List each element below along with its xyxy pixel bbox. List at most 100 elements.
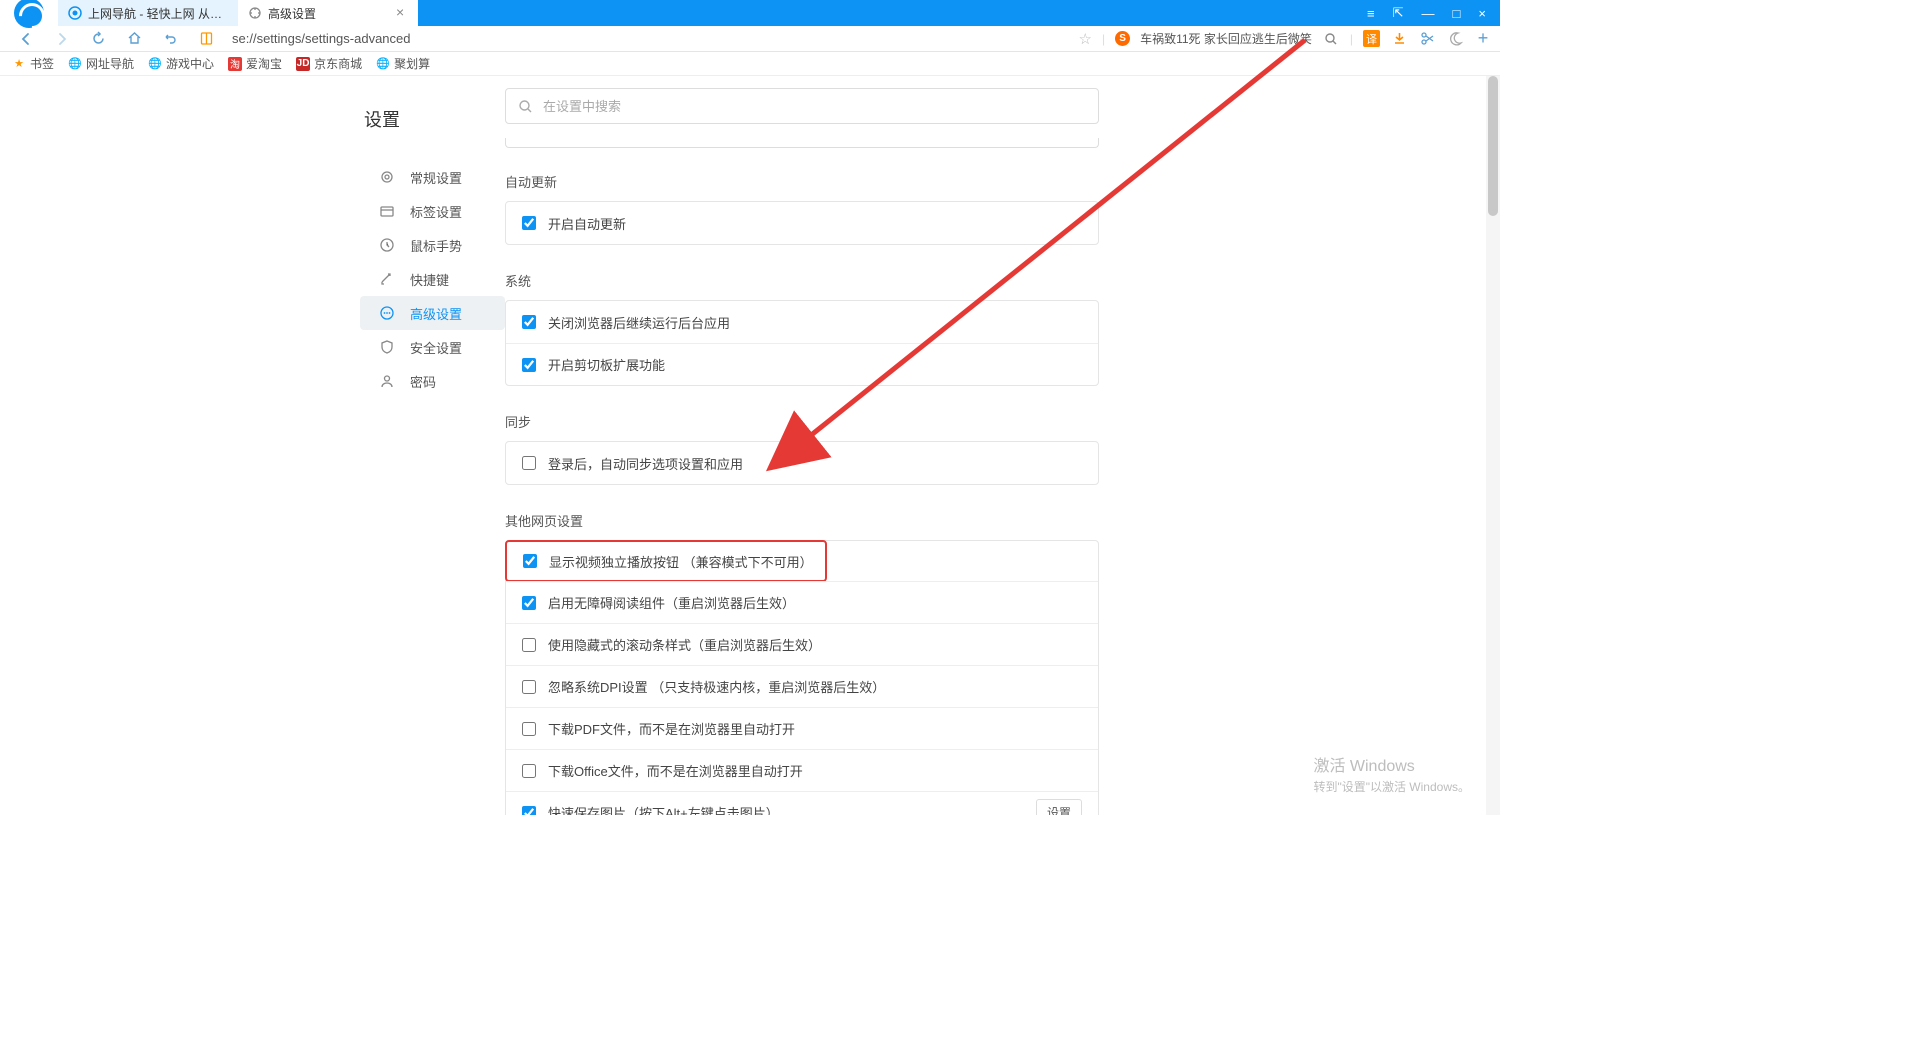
settings-menu: 常规设置 标签设置 鼠标手势 快捷键 高级设置 安全设置 bbox=[360, 160, 505, 398]
menu-security[interactable]: 安全设置 bbox=[360, 330, 505, 364]
row-label: 开启自动更新 bbox=[548, 214, 626, 233]
bookmarks-menu[interactable]: ★ 书签 bbox=[12, 55, 54, 72]
menu-label: 鼠标手势 bbox=[410, 236, 462, 255]
forward-button[interactable] bbox=[50, 27, 74, 51]
checkbox[interactable] bbox=[522, 358, 536, 372]
news-ticker[interactable]: 车祸致11死 家长回应逃生后微笑 bbox=[1140, 30, 1312, 47]
tab-advanced-settings[interactable]: 高级设置 × bbox=[238, 0, 418, 26]
bookmark-item[interactable]: 🌐 聚划算 bbox=[376, 55, 430, 72]
minimize-icon[interactable]: — bbox=[1422, 6, 1435, 21]
bookmark-item[interactable]: 🌐游戏中心 bbox=[148, 55, 214, 72]
watermark-title: 激活 Windows bbox=[1313, 752, 1470, 776]
url-input[interactable] bbox=[224, 31, 1079, 46]
search-icon[interactable] bbox=[1322, 30, 1340, 48]
checkbox[interactable] bbox=[522, 806, 536, 816]
section-sync: 登录后，自动同步选项设置和应用 bbox=[505, 441, 1099, 485]
translate-icon[interactable]: 译 bbox=[1363, 30, 1380, 47]
vertical-scrollbar[interactable] bbox=[1486, 76, 1500, 815]
back-button[interactable] bbox=[14, 27, 38, 51]
settings-button[interactable]: 设置 bbox=[1036, 799, 1082, 815]
menu-mouse-gestures[interactable]: 鼠标手势 bbox=[360, 228, 505, 262]
tab-icon bbox=[378, 202, 396, 220]
row-hidden-scrollbar[interactable]: 使用隐藏式的滚动条样式（重启浏览器后生效） bbox=[506, 623, 1098, 665]
bookmark-label: 爱淘宝 bbox=[246, 55, 282, 72]
row-download-pdf[interactable]: 下载PDF文件，而不是在浏览器里自动打开 bbox=[506, 707, 1098, 749]
menu-icon[interactable]: ≡ bbox=[1367, 6, 1375, 21]
row-clipboard-ext[interactable]: 开启剪切板扩展功能 bbox=[506, 343, 1098, 385]
watermark-sub: 转到"设置"以激活 Windows。 bbox=[1313, 778, 1470, 795]
menu-tabs[interactable]: 标签设置 bbox=[360, 194, 505, 228]
taobao-icon: 淘 bbox=[228, 57, 242, 71]
row-auto-update[interactable]: 开启自动更新 bbox=[506, 202, 1098, 244]
section-title-sync: 同步 bbox=[505, 412, 1460, 431]
bookmark-item[interactable]: 🌐网址导航 bbox=[68, 55, 134, 72]
menu-passwords[interactable]: 密码 bbox=[360, 364, 505, 398]
bookmark-item[interactable]: 淘爱淘宝 bbox=[228, 55, 282, 72]
row-sync-login[interactable]: 登录后，自动同步选项设置和应用 bbox=[506, 442, 1098, 484]
row-quick-save-image[interactable]: 快速保存图片（按下Alt+左键点击图片）设置 bbox=[506, 791, 1098, 815]
checkbox[interactable] bbox=[522, 638, 536, 652]
row-download-office[interactable]: 下载Office文件，而不是在浏览器里自动打开 bbox=[506, 749, 1098, 791]
row-label: 下载Office文件，而不是在浏览器里自动打开 bbox=[548, 761, 803, 780]
section-system: 关闭浏览器后继续运行后台应用 开启剪切板扩展功能 bbox=[505, 300, 1099, 386]
scissors-icon[interactable] bbox=[1418, 30, 1436, 48]
menu-label: 常规设置 bbox=[410, 168, 462, 187]
row-ignore-dpi[interactable]: 忽略系统DPI设置 （只支持极速内核，重启浏览器后生效） bbox=[506, 665, 1098, 707]
row-accessibility[interactable]: 启用无障碍阅读组件（重启浏览器后生效） bbox=[506, 581, 1098, 623]
close-window-icon[interactable]: × bbox=[1478, 6, 1486, 21]
page-title: 设置 bbox=[364, 106, 505, 132]
scrollbar-thumb[interactable] bbox=[1488, 76, 1498, 216]
titlebar: 上网导航 - 轻快上网 从这里开始 高级设置 × ≡ ⇱ — □ × bbox=[0, 0, 1500, 26]
reader-button[interactable] bbox=[194, 27, 218, 51]
checkbox[interactable] bbox=[522, 764, 536, 778]
bookmark-label: 聚划算 bbox=[394, 55, 430, 72]
globe-icon: 🌐 bbox=[376, 57, 390, 71]
menu-general[interactable]: 常规设置 bbox=[360, 160, 505, 194]
favorite-icon[interactable]: ☆ bbox=[1079, 30, 1092, 48]
checkbox[interactable] bbox=[523, 554, 537, 568]
bookmark-item[interactable]: JD京东商城 bbox=[296, 55, 362, 72]
dots-icon bbox=[378, 304, 396, 322]
address-bar: ☆ | S 车祸致11死 家长回应逃生后微笑 | 译 + bbox=[0, 26, 1500, 52]
divider: | bbox=[1102, 32, 1105, 46]
home-button[interactable] bbox=[122, 27, 146, 51]
shield-icon bbox=[378, 338, 396, 356]
download-icon[interactable] bbox=[1390, 30, 1408, 48]
settings-search[interactable] bbox=[505, 88, 1099, 124]
menu-shortcuts[interactable]: 快捷键 bbox=[360, 262, 505, 296]
tab-favicon-icon bbox=[68, 6, 82, 20]
tab-strip: 上网导航 - 轻快上网 从这里开始 高级设置 × bbox=[58, 0, 1353, 26]
pin-icon[interactable]: ⇱ bbox=[1393, 5, 1404, 21]
tab-nav-home[interactable]: 上网导航 - 轻快上网 从这里开始 bbox=[58, 0, 238, 26]
menu-advanced[interactable]: 高级设置 bbox=[360, 296, 505, 330]
moon-icon[interactable] bbox=[1446, 30, 1464, 48]
row-label: 登录后，自动同步选项设置和应用 bbox=[548, 454, 743, 473]
scroll-remnant bbox=[505, 138, 1099, 148]
close-icon[interactable]: × bbox=[396, 7, 408, 19]
star-icon: ★ bbox=[12, 57, 26, 71]
checkbox[interactable] bbox=[522, 680, 536, 694]
row-label: 开启剪切板扩展功能 bbox=[548, 355, 665, 374]
section-title-system: 系统 bbox=[505, 271, 1460, 290]
row-label: 关闭浏览器后继续运行后台应用 bbox=[548, 313, 730, 332]
checkbox[interactable] bbox=[522, 596, 536, 610]
settings-content: 自动更新 开启自动更新 系统 关闭浏览器后继续运行后台应用 开启剪切板扩展功能 … bbox=[505, 76, 1500, 815]
bookmark-label: 京东商城 bbox=[314, 55, 362, 72]
undo-button[interactable] bbox=[158, 27, 182, 51]
row-label: 忽略系统DPI设置 （只支持极速内核，重启浏览器后生效） bbox=[548, 677, 885, 696]
row-background-apps[interactable]: 关闭浏览器后继续运行后台应用 bbox=[506, 301, 1098, 343]
reload-button[interactable] bbox=[86, 27, 110, 51]
menu-label: 快捷键 bbox=[410, 270, 449, 289]
divider: | bbox=[1350, 32, 1353, 46]
checkbox[interactable] bbox=[522, 216, 536, 230]
add-icon[interactable]: + bbox=[1474, 30, 1492, 48]
row-video-popup[interactable]: 显示视频独立播放按钮 （兼容模式下不可用） bbox=[505, 540, 827, 582]
bookmark-label: 书签 bbox=[30, 55, 54, 72]
search-input[interactable] bbox=[543, 99, 1086, 114]
checkbox[interactable] bbox=[522, 315, 536, 329]
checkbox[interactable] bbox=[522, 722, 536, 736]
checkbox[interactable] bbox=[522, 456, 536, 470]
news-badge-icon: S bbox=[1115, 31, 1130, 46]
browser-logo bbox=[0, 0, 58, 26]
maximize-icon[interactable]: □ bbox=[1453, 6, 1461, 21]
